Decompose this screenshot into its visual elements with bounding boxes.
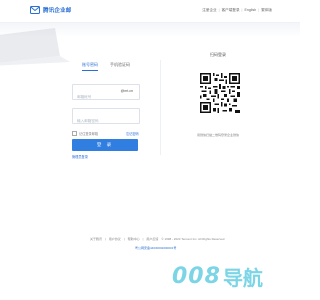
remember-checkbox[interactable] bbox=[72, 131, 77, 136]
brand-name: 腾讯企业邮 bbox=[43, 8, 72, 14]
forgot-password-link[interactable]: 忘记密码 bbox=[126, 131, 139, 136]
remember-label: 记住登录邮箱 bbox=[79, 132, 99, 136]
mail-logo-icon bbox=[30, 6, 40, 14]
footer-link-separator: | bbox=[105, 237, 106, 241]
brand-logo[interactable]: 腾讯企业邮 bbox=[30, 6, 72, 14]
footer-link-separator: | bbox=[123, 237, 125, 241]
footer-link-separator: | bbox=[142, 237, 144, 241]
admin-login-link[interactable]: 管理员登录 bbox=[72, 154, 88, 159]
tab-sms[interactable]: 手机验证码 bbox=[110, 62, 130, 71]
footer-link-agreement[interactable]: 用户协议 bbox=[109, 237, 121, 241]
password-field[interactable] bbox=[72, 108, 140, 128]
footer-links: 关于腾讯 | 用户协议 | 帮助中心 | 用户反馈 © 1998 - 2023 … bbox=[90, 237, 224, 241]
header-links: 注册企业 | 客户端登录 | English | 繁体版 bbox=[202, 8, 272, 13]
watermark-logo: 008 导航 bbox=[172, 262, 263, 291]
qr-title: 扫码登录 bbox=[210, 52, 226, 57]
footer-link-help[interactable]: 帮助中心 bbox=[128, 237, 140, 241]
login-button[interactable]: 登 录 bbox=[72, 139, 138, 151]
footer-copyright: © 1998 - 2023 Tencent Inc. All Rights Re… bbox=[161, 237, 225, 241]
footer-link-feedback[interactable]: 用户反馈 bbox=[146, 237, 158, 241]
footer-icp-link[interactable]: 粤公网安备44030002000001号 bbox=[135, 246, 176, 250]
tab-password[interactable]: 账号密码 bbox=[82, 62, 98, 71]
header-link-traditional[interactable]: 繁体版 bbox=[261, 8, 272, 13]
watermark-number: 008 bbox=[172, 264, 221, 289]
header-link-separator: | bbox=[258, 8, 260, 12]
header-link-client[interactable]: 客户端登录 bbox=[222, 8, 240, 13]
password-input[interactable] bbox=[73, 114, 139, 128]
laptop-decoration-icon bbox=[0, 28, 70, 66]
qr-code bbox=[200, 73, 240, 113]
header-link-separator: | bbox=[241, 8, 243, 12]
header-link-separator: | bbox=[218, 8, 220, 12]
top-header: 腾讯企业邮 注册企业 | 客户端登录 | English | 繁体版 bbox=[0, 0, 300, 23]
header-link-english[interactable]: English bbox=[244, 8, 256, 13]
panel-divider bbox=[160, 60, 161, 155]
watermark-text: 导航 bbox=[222, 266, 263, 290]
header-link-register[interactable]: 注册企业 bbox=[202, 8, 216, 13]
qr-caption: 用微信扫描二维码登录企业微信 bbox=[197, 133, 240, 137]
login-tabs: 账号密码 手机验证码 bbox=[82, 62, 130, 71]
remember-option[interactable]: 记住登录邮箱 bbox=[72, 131, 98, 136]
domain-suffix: @mt.cn bbox=[120, 89, 133, 93]
account-field[interactable]: @mt.cn bbox=[72, 84, 140, 104]
footer-link-about[interactable]: 关于腾讯 bbox=[90, 237, 102, 241]
